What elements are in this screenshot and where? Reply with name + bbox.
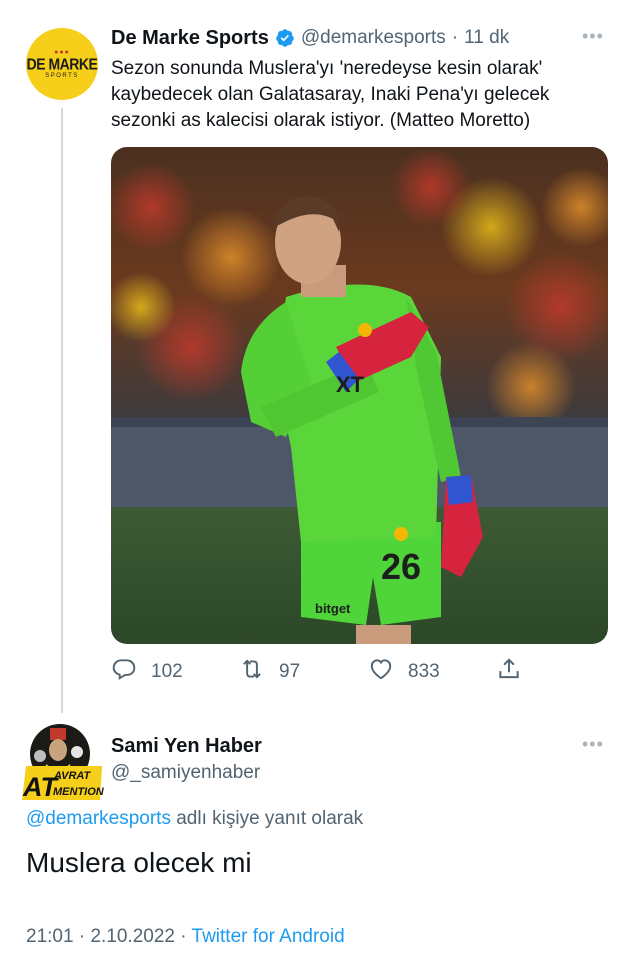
verified-badge-icon (275, 28, 295, 48)
reply-author-handle[interactable]: @_samiyenhaber (111, 762, 260, 784)
reply-time[interactable]: 21:01 (26, 926, 74, 947)
reply-author-name[interactable]: Sami Yen Haber (111, 735, 262, 758)
author-avatar[interactable]: ●●● DE MARKE SPORTS (26, 28, 98, 100)
reply-meta: 21:01 · 2.10.2022 · Twitter for Android (26, 926, 345, 948)
retweet-action[interactable]: 97 (239, 656, 300, 688)
shorts-sponsor: bitget (315, 601, 351, 616)
reply-author-avatar[interactable]: AT AVRAT MENTION (20, 722, 106, 802)
tweet-header: De Marke Sports @demarkesports · 11 dk (111, 24, 509, 52)
share-icon (496, 656, 522, 688)
reply-more-options-icon[interactable]: ••• (582, 734, 604, 755)
reply-icon (111, 656, 137, 688)
author-name[interactable]: De Marke Sports (111, 27, 269, 50)
goalkeeper-photo-illustration: 26 bitget XT (111, 147, 608, 644)
reply-source-link[interactable]: Twitter for Android (192, 926, 345, 947)
avatar-logo-text: DE MARKE (26, 54, 98, 73)
tweet-photo[interactable]: 26 bitget XT (111, 147, 608, 644)
tweet-text: Sezon sonunda Muslera'yı 'neredeyse kesi… (111, 58, 550, 131)
reply-avatar-top-text: AVRAT (53, 770, 92, 782)
reply-date[interactable]: 2.10.2022 (90, 926, 175, 947)
reply-count: 102 (151, 661, 183, 682)
meta-separator-1: · (78, 926, 86, 947)
svg-text:XT: XT (336, 372, 365, 397)
like-count: 833 (408, 661, 440, 682)
separator-dot: · (451, 27, 459, 48)
shirt-number: 26 (381, 546, 421, 587)
reply-action[interactable]: 102 (111, 656, 183, 688)
like-action[interactable]: 833 (368, 656, 440, 688)
tweet-actions: 102 97 833 (111, 656, 531, 686)
retweet-icon (239, 656, 265, 688)
share-action[interactable] (496, 656, 522, 688)
author-handle[interactable]: @demarkesports (301, 27, 446, 49)
heart-icon (368, 656, 394, 688)
meta-separator-2: · (180, 926, 187, 947)
retweet-count: 97 (279, 661, 301, 682)
replying-to-line: @demarkesports adlı kişiye yanıt olarak (26, 808, 363, 830)
reply-text: Muslera olecek mi (26, 847, 252, 878)
tweet-time[interactable]: 11 dk (464, 27, 509, 49)
thread-connector-line (61, 108, 63, 713)
replying-to-mention[interactable]: @demarkesports (26, 808, 171, 829)
replying-to-suffix: adlı kişiye yanıt olarak (170, 808, 364, 829)
more-options-icon[interactable]: ••• (582, 26, 604, 47)
reply-avatar-bottom-text: MENTION (53, 786, 105, 798)
